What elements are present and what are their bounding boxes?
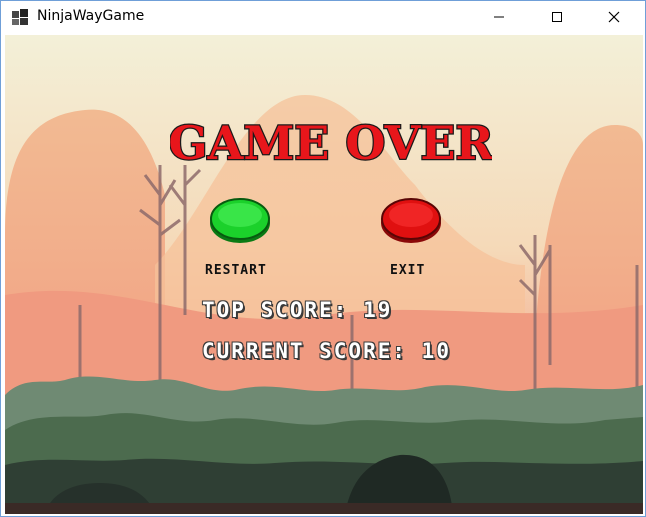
current-score-value: 10 — [421, 339, 451, 363]
restart-button[interactable] — [208, 195, 272, 245]
minimize-icon — [494, 16, 504, 18]
restart-label: RESTART — [205, 263, 267, 278]
game-canvas: GAME OVER RESTART EXIT TOP SCORE: 19 CUR… — [5, 35, 643, 514]
top-score-label: TOP SCORE: — [202, 298, 349, 322]
exit-button[interactable] — [379, 195, 443, 245]
app-icon — [12, 9, 28, 25]
current-score: CURRENT SCORE: 10 — [202, 339, 451, 363]
close-icon — [608, 11, 620, 23]
top-score: TOP SCORE: 19 — [202, 298, 392, 322]
window-title: NinjaWayGame — [37, 8, 145, 24]
current-score-label: CURRENT SCORE: — [202, 339, 408, 363]
maximize-button[interactable] — [534, 1, 580, 33]
forest-background — [5, 35, 643, 514]
svg-text:GAME OVER: GAME OVER — [170, 116, 492, 170]
close-button[interactable] — [591, 1, 637, 33]
game-window: NinjaWayGame GAME OVER RESTART EXIT TOP … — [0, 0, 646, 517]
exit-label: EXIT — [390, 263, 426, 278]
maximize-icon — [552, 12, 562, 22]
game-over-title: GAME OVER — [170, 115, 492, 171]
top-score-value: 19 — [363, 298, 393, 322]
title-bar[interactable]: NinjaWayGame — [1, 1, 645, 33]
minimize-button[interactable] — [476, 1, 522, 33]
